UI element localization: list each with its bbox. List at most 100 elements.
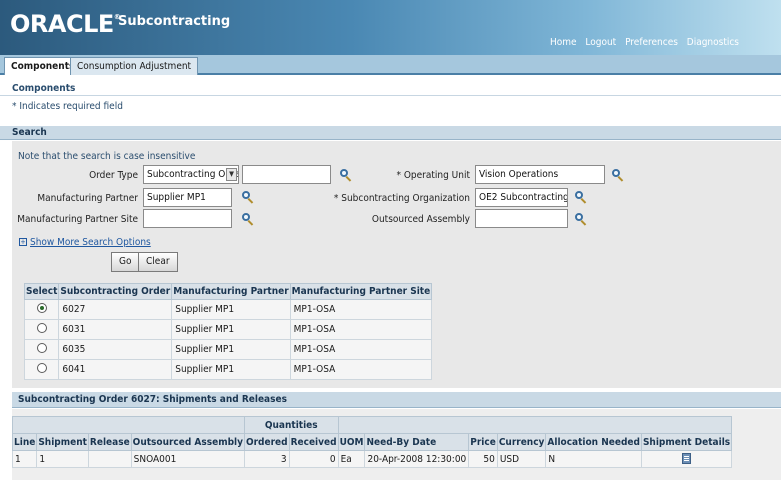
col-shipment: Shipment — [36, 433, 89, 451]
subcontracting-org-input[interactable]: OE2 Subcontracting Org — [475, 188, 568, 207]
mfg-partner-site-label: Manufacturing Partner Site — [17, 214, 138, 225]
col-ordered: Ordered — [243, 433, 290, 451]
search-section-header: Search — [0, 126, 781, 140]
quantities-group-header: Quantities — [243, 416, 339, 434]
col-subcontracting-order: Subcontracting Order — [58, 283, 173, 300]
assembly-cell: SNOA001 — [130, 450, 245, 468]
app-title: Subcontracting — [118, 14, 231, 29]
col-select: Select — [23, 283, 60, 300]
order-cell: 6027 — [58, 299, 173, 320]
required-field-note: * Indicates required field — [12, 101, 123, 112]
search-icon[interactable] — [611, 168, 625, 182]
diagnostics-link[interactable]: Diagnostics — [687, 37, 739, 48]
order-type-label: Order Type — [89, 170, 138, 181]
col-currency: Currency — [496, 433, 547, 451]
table-row[interactable]: 6041 Supplier MP1 MP1-OSA — [23, 359, 433, 380]
col-uom: UOM — [337, 433, 366, 451]
select-radio[interactable] — [36, 303, 47, 313]
shipments-section-title: Subcontracting Order 6027: Shipments and… — [18, 394, 287, 405]
global-links: Home Logout Preferences Diagnostics — [544, 37, 739, 48]
order-cell: 6041 — [58, 359, 173, 380]
case-insensitive-note: Note that the search is case insensitive — [18, 151, 196, 162]
order-cell: 6031 — [58, 319, 173, 340]
outsourced-assembly-input[interactable] — [475, 209, 568, 228]
select-radio[interactable] — [36, 343, 47, 353]
col-received: Received — [288, 433, 339, 451]
col-mfg-partner: Manufacturing Partner — [171, 283, 291, 300]
shipments-section-header: Subcontracting Order 6027: Shipments and… — [12, 392, 781, 408]
outsourced-assembly-label: Outsourced Assembly — [371, 214, 470, 225]
go-button[interactable]: Go — [111, 252, 140, 272]
col-need-by-date: Need-By Date — [364, 433, 470, 451]
operating-unit-input[interactable]: Vision Operations — [475, 165, 605, 184]
table-row[interactable]: 1 1 SNOA001 3 0 Ea 20-Apr-2008 12:30:00 … — [11, 450, 733, 468]
col-line: Line — [11, 433, 38, 451]
search-icon[interactable] — [574, 190, 588, 204]
shipment-cell: 1 — [36, 450, 89, 468]
price-cell: 50 — [468, 450, 498, 468]
expand-plus-icon[interactable]: + — [19, 238, 27, 246]
brand-header: ORACLE® Subcontracting Home Logout Prefe… — [0, 0, 781, 55]
chevron-down-icon: ▼ — [226, 168, 237, 181]
col-price: Price — [468, 433, 498, 451]
page-title: Components — [12, 83, 76, 94]
logout-link[interactable]: Logout — [585, 37, 616, 48]
shipments-header-row: Line Shipment Release Outsourced Assembl… — [11, 433, 733, 451]
operating-unit-label: * Operating Unit — [396, 170, 470, 181]
table-row[interactable]: 6035 Supplier MP1 MP1-OSA — [23, 339, 433, 360]
search-icon[interactable] — [241, 190, 255, 204]
select-cell — [23, 299, 60, 320]
header-spacer — [337, 416, 733, 434]
tab-consumption-adjustment[interactable]: Consumption Adjustment — [70, 57, 199, 75]
order-cell: 6035 — [58, 339, 173, 360]
col-allocation-needed: Allocation Needed — [545, 433, 642, 451]
site-cell: MP1-OSA — [289, 359, 433, 380]
table-row[interactable]: 6027 Supplier MP1 MP1-OSA — [23, 299, 433, 320]
need-by-cell: 20-Apr-2008 12:30:00 — [364, 450, 470, 468]
tab-strip: Components Consumption Adjustment — [0, 55, 781, 75]
col-outsourced-assembly: Outsourced Assembly — [130, 433, 245, 451]
details-icon[interactable] — [682, 453, 692, 465]
select-cell — [23, 339, 60, 360]
mfg-partner-input[interactable]: Supplier MP1 — [143, 188, 232, 207]
ordered-cell: 3 — [243, 450, 290, 468]
col-mfg-partner-site: Manufacturing Partner Site — [289, 283, 433, 300]
select-radio[interactable] — [36, 363, 47, 373]
show-more-search-options-link[interactable]: Show More Search Options — [30, 237, 151, 248]
home-link[interactable]: Home — [550, 37, 577, 48]
select-cell — [23, 319, 60, 340]
search-panel: Note that the search is case insensitive… — [12, 141, 781, 388]
partner-cell: Supplier MP1 — [171, 319, 291, 340]
search-icon[interactable] — [241, 212, 255, 226]
results-header-row: Select Subcontracting Order Manufacturin… — [23, 283, 433, 300]
oracle-logo: ORACLE® — [10, 10, 121, 38]
search-icon[interactable] — [574, 212, 588, 226]
mfg-partner-site-input[interactable] — [143, 209, 232, 228]
allocation-cell: N — [545, 450, 642, 468]
subcontracting-org-label: * Subcontracting Organization — [333, 193, 470, 204]
site-cell: MP1-OSA — [289, 299, 433, 320]
release-cell — [87, 450, 132, 468]
partner-cell: Supplier MP1 — [171, 299, 291, 320]
line-cell: 1 — [11, 450, 38, 468]
partner-cell: Supplier MP1 — [171, 359, 291, 380]
mfg-partner-label: Manufacturing Partner — [37, 193, 138, 204]
table-row[interactable]: 6031 Supplier MP1 MP1-OSA — [23, 319, 433, 340]
partner-cell: Supplier MP1 — [171, 339, 291, 360]
col-shipment-details: Shipment Details — [640, 433, 733, 451]
shipments-group-header-row: Quantities — [12, 416, 733, 434]
currency-cell: USD — [496, 450, 547, 468]
results-table: Select Subcontracting Order Manufacturin… — [23, 283, 433, 380]
site-cell: MP1-OSA — [289, 339, 433, 360]
divider — [0, 95, 781, 96]
shipments-table: Quantities Line Shipment Release Outsour… — [11, 416, 733, 468]
col-release: Release — [87, 433, 132, 451]
order-type-select[interactable]: Subcontracting Order ▼ — [143, 165, 239, 184]
select-radio[interactable] — [36, 323, 47, 333]
site-cell: MP1-OSA — [289, 319, 433, 340]
select-cell — [23, 359, 60, 380]
received-cell: 0 — [288, 450, 339, 468]
preferences-link[interactable]: Preferences — [625, 37, 678, 48]
header-spacer — [12, 416, 245, 434]
clear-button[interactable]: Clear — [138, 252, 178, 272]
